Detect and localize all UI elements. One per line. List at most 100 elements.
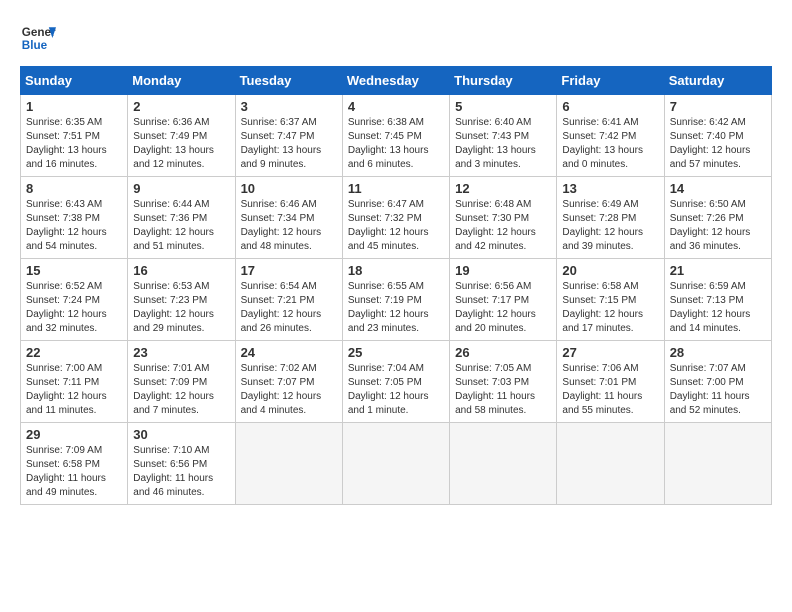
calendar-cell: 9 Sunrise: 6:44 AM Sunset: 7:36 PM Daylig… — [128, 177, 235, 259]
day-info: Sunrise: 7:02 AM Sunset: 7:07 PM Dayligh… — [241, 362, 337, 418]
day-number: 22 — [26, 345, 122, 360]
calendar-cell — [235, 423, 342, 505]
calendar-cell: 13Sunrise: 6:49 AM Sunset: 7:28 PM Dayli… — [557, 177, 664, 259]
day-info: Sunrise: 6:44 AM Sunset: 7:36 PM Dayligh… — [133, 198, 229, 254]
calendar-cell: 22 Sunrise: 7:00 AM Sunset: 7:11 PM Dayli… — [21, 341, 128, 423]
day-number: 6 — [562, 99, 658, 114]
day-info: Sunrise: 6:43 AM Sunset: 7:38 PM Dayligh… — [26, 198, 122, 254]
day-info: Sunrise: 7:05 AM Sunset: 7:03 PM Dayligh… — [455, 362, 551, 418]
calendar-cell: 3 Sunrise: 6:37 AM Sunset: 7:47 PM Daylig… — [235, 95, 342, 177]
day-info: Sunrise: 6:37 AM Sunset: 7:47 PM Dayligh… — [241, 116, 337, 172]
day-number: 9 — [133, 181, 229, 196]
calendar-cell: 5Sunrise: 6:40 AM Sunset: 7:43 PM Daylig… — [450, 95, 557, 177]
day-info: Sunrise: 7:07 AM Sunset: 7:00 PM Dayligh… — [670, 362, 766, 418]
day-info: Sunrise: 6:46 AM Sunset: 7:34 PM Dayligh… — [241, 198, 337, 254]
day-info: Sunrise: 6:58 AM Sunset: 7:15 PM Dayligh… — [562, 280, 658, 336]
day-number: 2 — [133, 99, 229, 114]
day-info: Sunrise: 6:48 AM Sunset: 7:30 PM Dayligh… — [455, 198, 551, 254]
day-number: 21 — [670, 263, 766, 278]
column-header-wednesday: Wednesday — [342, 67, 449, 95]
day-number: 15 — [26, 263, 122, 278]
calendar-week-3: 15 Sunrise: 6:52 AM Sunset: 7:24 PM Dayli… — [21, 259, 772, 341]
column-header-sunday: Sunday — [21, 67, 128, 95]
calendar-cell: 2 Sunrise: 6:36 AM Sunset: 7:49 PM Daylig… — [128, 95, 235, 177]
calendar-cell: 19 Sunrise: 6:56 AM Sunset: 7:17 PM Dayli… — [450, 259, 557, 341]
day-info: Sunrise: 7:04 AM Sunset: 7:05 PM Dayligh… — [348, 362, 444, 418]
day-info: Sunrise: 6:42 AM Sunset: 7:40 PM Dayligh… — [670, 116, 766, 172]
calendar-week-1: 1 Sunrise: 6:35 AM Sunset: 7:51 PM Daylig… — [21, 95, 772, 177]
day-info: Sunrise: 7:10 AM Sunset: 6:56 PM Dayligh… — [133, 444, 229, 500]
calendar-cell: 8 Sunrise: 6:43 AM Sunset: 7:38 PM Daylig… — [21, 177, 128, 259]
day-info: Sunrise: 6:41 AM Sunset: 7:42 PM Dayligh… — [562, 116, 658, 172]
calendar-cell — [664, 423, 771, 505]
calendar-cell: 4 Sunrise: 6:38 AM Sunset: 7:45 PM Daylig… — [342, 95, 449, 177]
calendar-cell: 25 Sunrise: 7:04 AM Sunset: 7:05 PM Dayli… — [342, 341, 449, 423]
calendar-cell: 23Sunrise: 7:01 AM Sunset: 7:09 PM Dayli… — [128, 341, 235, 423]
calendar-cell: 16 Sunrise: 6:53 AM Sunset: 7:23 PM Dayli… — [128, 259, 235, 341]
calendar-cell: 28 Sunrise: 7:07 AM Sunset: 7:00 PM Dayli… — [664, 341, 771, 423]
calendar-week-5: 29 Sunrise: 7:09 AM Sunset: 6:58 PM Dayli… — [21, 423, 772, 505]
column-headers: SundayMondayTuesdayWednesdayThursdayFrid… — [21, 67, 772, 95]
calendar-cell: 29 Sunrise: 7:09 AM Sunset: 6:58 PM Dayli… — [21, 423, 128, 505]
day-number: 23 — [133, 345, 229, 360]
calendar-cell: 7 Sunrise: 6:42 AM Sunset: 7:40 PM Daylig… — [664, 95, 771, 177]
page-header: General Blue — [20, 20, 772, 56]
day-info: Sunrise: 6:54 AM Sunset: 7:21 PM Dayligh… — [241, 280, 337, 336]
day-number: 3 — [241, 99, 337, 114]
calendar-cell — [342, 423, 449, 505]
calendar-cell: 30Sunrise: 7:10 AM Sunset: 6:56 PM Dayli… — [128, 423, 235, 505]
column-header-friday: Friday — [557, 67, 664, 95]
day-info: Sunrise: 6:38 AM Sunset: 7:45 PM Dayligh… — [348, 116, 444, 172]
day-info: Sunrise: 7:00 AM Sunset: 7:11 PM Dayligh… — [26, 362, 122, 418]
logo-icon: General Blue — [20, 20, 56, 56]
calendar-cell: 11 Sunrise: 6:47 AM Sunset: 7:32 PM Dayli… — [342, 177, 449, 259]
calendar-cell: 26Sunrise: 7:05 AM Sunset: 7:03 PM Dayli… — [450, 341, 557, 423]
calendar-cell: 14 Sunrise: 6:50 AM Sunset: 7:26 PM Dayli… — [664, 177, 771, 259]
day-number: 1 — [26, 99, 122, 114]
calendar-cell: 15 Sunrise: 6:52 AM Sunset: 7:24 PM Dayli… — [21, 259, 128, 341]
day-number: 18 — [348, 263, 444, 278]
day-info: Sunrise: 6:55 AM Sunset: 7:19 PM Dayligh… — [348, 280, 444, 336]
calendar-cell: 12Sunrise: 6:48 AM Sunset: 7:30 PM Dayli… — [450, 177, 557, 259]
day-info: Sunrise: 6:50 AM Sunset: 7:26 PM Dayligh… — [670, 198, 766, 254]
day-info: Sunrise: 6:36 AM Sunset: 7:49 PM Dayligh… — [133, 116, 229, 172]
day-number: 27 — [562, 345, 658, 360]
calendar-cell — [557, 423, 664, 505]
day-number: 8 — [26, 181, 122, 196]
calendar-cell: 24Sunrise: 7:02 AM Sunset: 7:07 PM Dayli… — [235, 341, 342, 423]
calendar-table: SundayMondayTuesdayWednesdayThursdayFrid… — [20, 66, 772, 505]
day-number: 17 — [241, 263, 337, 278]
day-number: 28 — [670, 345, 766, 360]
day-info: Sunrise: 6:56 AM Sunset: 7:17 PM Dayligh… — [455, 280, 551, 336]
calendar-week-2: 8 Sunrise: 6:43 AM Sunset: 7:38 PM Daylig… — [21, 177, 772, 259]
day-number: 4 — [348, 99, 444, 114]
day-info: Sunrise: 6:59 AM Sunset: 7:13 PM Dayligh… — [670, 280, 766, 336]
calendar-cell: 1 Sunrise: 6:35 AM Sunset: 7:51 PM Daylig… — [21, 95, 128, 177]
svg-text:Blue: Blue — [22, 39, 48, 52]
day-info: Sunrise: 7:09 AM Sunset: 6:58 PM Dayligh… — [26, 444, 122, 500]
day-number: 11 — [348, 181, 444, 196]
day-info: Sunrise: 6:47 AM Sunset: 7:32 PM Dayligh… — [348, 198, 444, 254]
column-header-saturday: Saturday — [664, 67, 771, 95]
calendar-cell: 10Sunrise: 6:46 AM Sunset: 7:34 PM Dayli… — [235, 177, 342, 259]
day-info: Sunrise: 6:53 AM Sunset: 7:23 PM Dayligh… — [133, 280, 229, 336]
calendar-cell: 6 Sunrise: 6:41 AM Sunset: 7:42 PM Daylig… — [557, 95, 664, 177]
logo: General Blue — [20, 20, 56, 56]
calendar-cell: 27 Sunrise: 7:06 AM Sunset: 7:01 PM Dayli… — [557, 341, 664, 423]
day-info: Sunrise: 6:52 AM Sunset: 7:24 PM Dayligh… — [26, 280, 122, 336]
day-info: Sunrise: 7:06 AM Sunset: 7:01 PM Dayligh… — [562, 362, 658, 418]
column-header-tuesday: Tuesday — [235, 67, 342, 95]
calendar-week-4: 22 Sunrise: 7:00 AM Sunset: 7:11 PM Dayli… — [21, 341, 772, 423]
day-number: 20 — [562, 263, 658, 278]
day-number: 19 — [455, 263, 551, 278]
day-info: Sunrise: 6:49 AM Sunset: 7:28 PM Dayligh… — [562, 198, 658, 254]
day-number: 25 — [348, 345, 444, 360]
day-number: 5 — [455, 99, 551, 114]
day-number: 14 — [670, 181, 766, 196]
calendar-cell — [450, 423, 557, 505]
day-number: 16 — [133, 263, 229, 278]
day-number: 7 — [670, 99, 766, 114]
calendar-cell: 20 Sunrise: 6:58 AM Sunset: 7:15 PM Dayli… — [557, 259, 664, 341]
day-info: Sunrise: 6:35 AM Sunset: 7:51 PM Dayligh… — [26, 116, 122, 172]
day-number: 29 — [26, 427, 122, 442]
